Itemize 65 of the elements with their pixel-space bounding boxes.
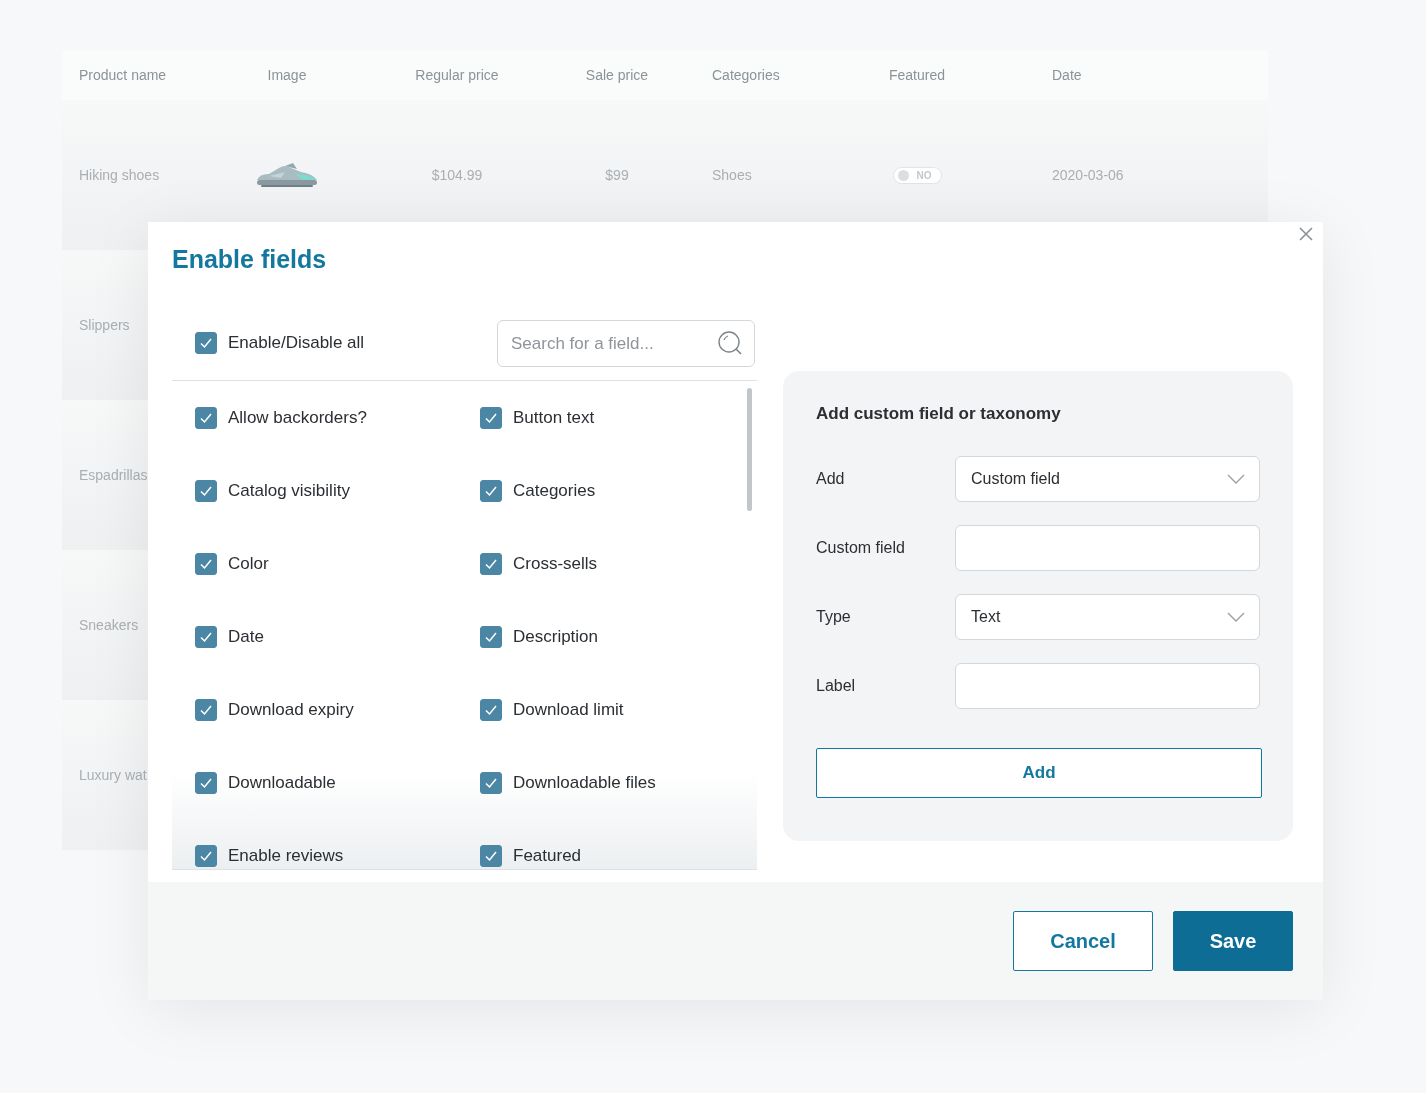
column-header: Image [266, 67, 308, 83]
table-cell-text: 2020-03-06 [1051, 167, 1125, 183]
checkbox[interactable] [195, 332, 217, 354]
checkbox-label: Cross-sells [513, 553, 598, 574]
checkbox[interactable] [480, 698, 502, 721]
select-field[interactable]: Custom field [955, 455, 1260, 502]
cancel-button[interactable]: Cancel [1013, 911, 1153, 971]
checkbox-label: Download expiry [228, 699, 354, 720]
checkbox[interactable] [195, 479, 217, 502]
chevron-down-icon [1227, 473, 1245, 484]
checkbox[interactable] [480, 406, 502, 429]
checkbox[interactable] [195, 771, 217, 794]
dialog-title: Enable fields [172, 244, 328, 274]
checkbox[interactable] [195, 844, 217, 867]
column-header: Categories [711, 67, 781, 83]
checkbox-label: Date [228, 626, 264, 647]
table-cell-text: $99 [604, 167, 630, 183]
field-label: Add [816, 469, 846, 488]
checkbox[interactable] [480, 552, 502, 575]
panel-title: Add custom field or taxonomy [816, 403, 1062, 425]
search-field[interactable]: Search for a field... [497, 320, 755, 367]
checkbox-label: Allow backorders? [228, 407, 367, 428]
checkbox-label: Catalog visibility [228, 480, 350, 501]
chevron-down-icon [1227, 611, 1245, 622]
checkbox-label: Button text [513, 407, 595, 428]
column-header: Regular price [414, 67, 500, 83]
checkbox-label: Featured [513, 845, 582, 866]
checkbox[interactable] [195, 698, 217, 721]
save-button[interactable]: Save [1173, 911, 1293, 971]
table-cell-text: $104.99 [430, 167, 484, 183]
checkbox[interactable] [480, 771, 502, 794]
input-field[interactable] [955, 524, 1260, 571]
scrollbar-thumb[interactable] [747, 388, 752, 511]
table-cell-text: Hiking shoes [78, 167, 161, 183]
checkbox[interactable] [480, 844, 502, 867]
table-cell-text: Shoes [711, 167, 753, 183]
close-icon[interactable] [1298, 226, 1314, 242]
checkbox[interactable] [195, 625, 217, 648]
checkbox-label: Color [228, 553, 269, 574]
checkbox[interactable] [195, 406, 217, 429]
table-cell-text: Sneakers [78, 617, 140, 633]
table-cell-text: Espadrillas [78, 467, 149, 483]
checkbox-label: Categories [513, 480, 596, 501]
checkbox-label: Enable reviews [228, 845, 344, 866]
checkbox[interactable] [480, 479, 502, 502]
column-header: Featured [887, 67, 946, 83]
field-label: Type [816, 607, 852, 626]
column-header: Date [1051, 67, 1083, 83]
field-label: Label [816, 676, 857, 695]
checkbox-label: Description [513, 626, 599, 647]
checkbox-label: Downloadable files [513, 772, 656, 793]
checkbox-label: Downloadable [228, 772, 336, 793]
input-field[interactable] [955, 662, 1260, 709]
column-header: Sale price [584, 67, 650, 83]
search-icon[interactable] [717, 330, 743, 356]
checkbox-label: Download limit [513, 699, 624, 720]
add-button[interactable]: Add [816, 748, 1262, 798]
field-label: Custom field [816, 538, 906, 557]
checkbox-label: Enable/Disable all [228, 333, 365, 353]
select-field[interactable]: Text [955, 593, 1260, 640]
table-cell-text: Luxury wat [78, 767, 148, 783]
checkbox[interactable] [195, 552, 217, 575]
table-cell-text: Slippers [78, 317, 131, 333]
checkbox[interactable] [480, 625, 502, 648]
column-header: Product name [78, 67, 168, 83]
